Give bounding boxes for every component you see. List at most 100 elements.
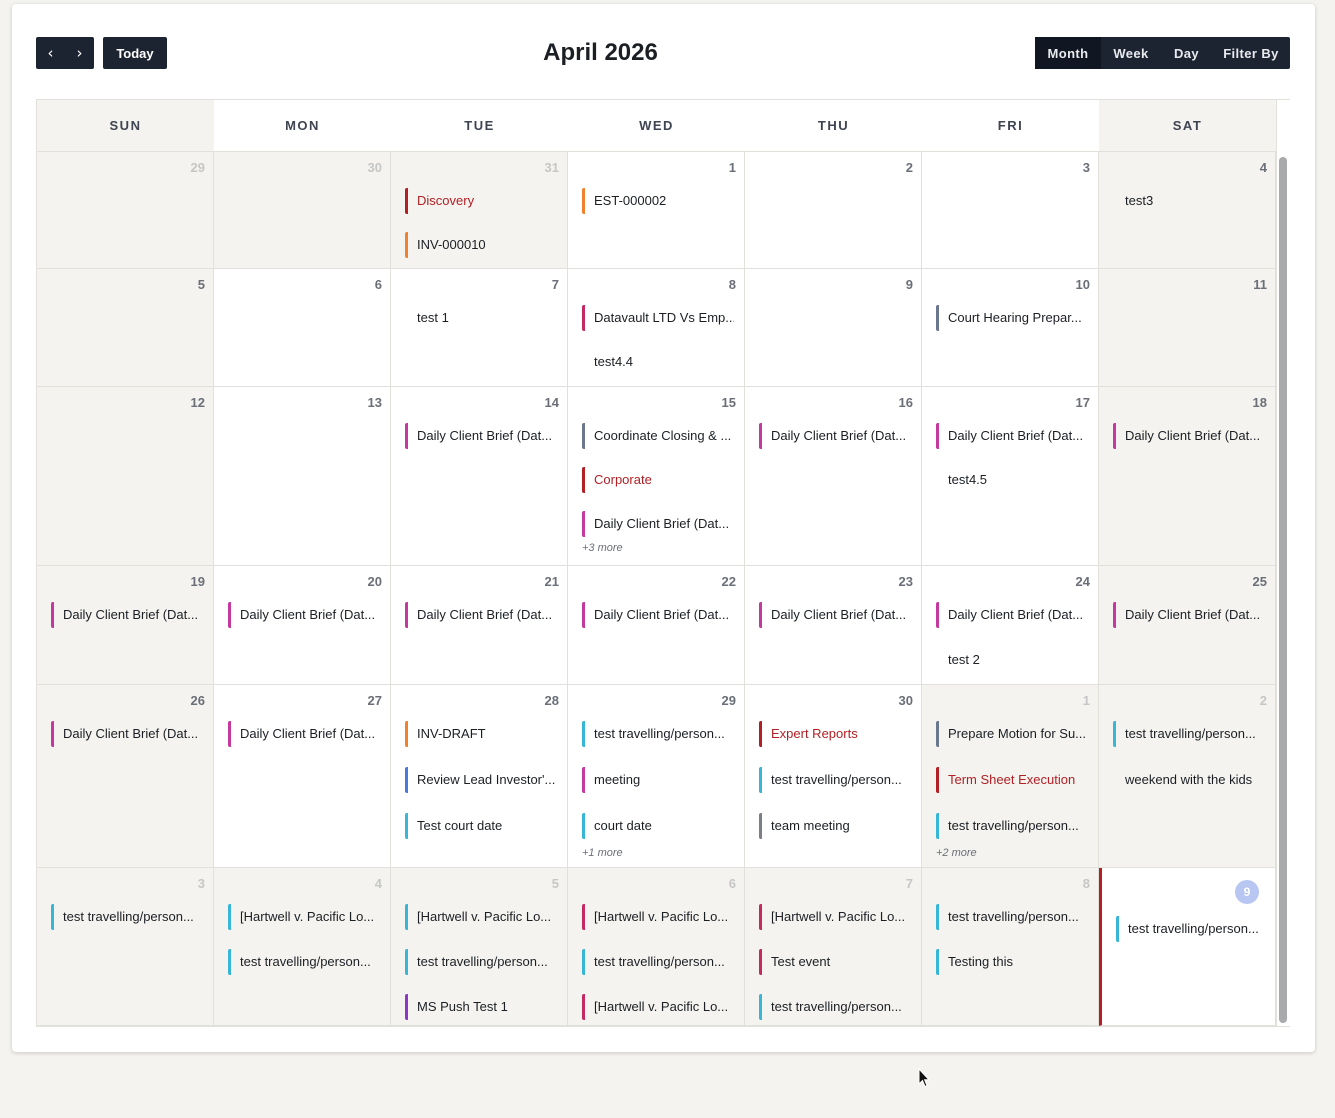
calendar-event[interactable]: Daily Client Brief (Dat... <box>405 423 557 449</box>
day-number[interactable]: 2 <box>906 160 913 175</box>
calendar-event[interactable]: test travelling/person... <box>51 904 203 930</box>
day-number[interactable]: 28 <box>545 693 559 708</box>
day-number[interactable]: 10 <box>1076 277 1090 292</box>
calendar-event[interactable]: Daily Client Brief (Dat... <box>759 423 911 449</box>
day-cell[interactable]: 1 Prepare Motion for Su... Term Sheet Exec… <box>922 685 1099 868</box>
day-cell[interactable]: 28 INV-DRAFT Review Lead Investor'... Test … <box>391 685 568 868</box>
day-number[interactable]: 29 <box>722 693 736 708</box>
day-number[interactable]: 6 <box>375 277 382 292</box>
day-cell[interactable]: 18 Daily Client Brief (Dat... <box>1099 387 1276 566</box>
calendar-event[interactable]: Test court date <box>405 813 557 839</box>
day-cell[interactable]: 31 Discovery INV-000010 <box>391 152 568 269</box>
day-cell[interactable]: 16 Daily Client Brief (Dat... <box>745 387 922 566</box>
day-cell[interactable]: 22 Daily Client Brief (Dat... <box>568 566 745 685</box>
day-cell[interactable]: 1 EST-000002 <box>568 152 745 269</box>
day-number[interactable]: 8 <box>1083 876 1090 891</box>
day-number[interactable]: 6 <box>729 876 736 891</box>
calendar-event[interactable]: Daily Client Brief (Dat... <box>1113 602 1265 628</box>
day-cell[interactable]: 30 Expert Reports test travelling/person..… <box>745 685 922 868</box>
day-cell[interactable]: 4 test3 <box>1099 152 1276 269</box>
calendar-event[interactable]: INV-DRAFT <box>405 721 557 747</box>
calendar-event[interactable]: Coordinate Closing & ... <box>582 423 734 449</box>
day-number[interactable]: 16 <box>899 395 913 410</box>
day-cell[interactable]: 21 Daily Client Brief (Dat... <box>391 566 568 685</box>
calendar-event[interactable]: test travelling/person... <box>582 721 734 747</box>
calendar-event[interactable]: test 1 <box>405 305 557 331</box>
day-number[interactable]: 7 <box>906 876 913 891</box>
calendar-event[interactable]: test 2 <box>936 647 1088 673</box>
next-month-button[interactable]: › <box>65 37 94 69</box>
calendar-event[interactable]: Testing this <box>936 949 1088 975</box>
day-number[interactable]: 1 <box>1083 693 1090 708</box>
day-number[interactable]: 18 <box>1253 395 1267 410</box>
calendar-event[interactable]: court date <box>582 813 734 839</box>
day-number[interactable]: 2 <box>1260 693 1267 708</box>
day-cell[interactable]: 23 Daily Client Brief (Dat... <box>745 566 922 685</box>
calendar-event[interactable]: test travelling/person... <box>228 949 380 975</box>
day-cell[interactable]: 25 Daily Client Brief (Dat... <box>1099 566 1276 685</box>
day-cell[interactable]: 7 [Hartwell v. Pacific Lo... Test event tes… <box>745 868 922 1026</box>
day-cell[interactable]: 9 <box>745 269 922 387</box>
calendar-event[interactable]: Daily Client Brief (Dat... <box>759 602 911 628</box>
day-cell[interactable]: 8 test travelling/person... Testing this <box>922 868 1099 1026</box>
calendar-event[interactable]: [Hartwell v. Pacific Lo... <box>582 904 734 930</box>
calendar-event[interactable]: EST-000002 <box>582 188 734 214</box>
calendar-event[interactable]: team meeting <box>759 813 911 839</box>
day-cell[interactable]: 9 test travelling/person... <box>1099 868 1276 1026</box>
calendar-event[interactable]: test travelling/person... <box>759 994 911 1020</box>
day-cell[interactable]: 30 <box>214 152 391 269</box>
day-number[interactable]: 9 <box>906 277 913 292</box>
day-cell[interactable]: 7 test 1 <box>391 269 568 387</box>
day-number[interactable]: 11 <box>1253 277 1267 292</box>
calendar-event[interactable]: [Hartwell v. Pacific Lo... <box>228 904 380 930</box>
calendar-event[interactable]: Daily Client Brief (Dat... <box>1113 423 1265 449</box>
day-number[interactable]: 23 <box>899 574 913 589</box>
calendar-event[interactable]: Daily Client Brief (Dat... <box>936 423 1088 449</box>
day-number[interactable]: 15 <box>722 395 736 410</box>
day-number[interactable]: 20 <box>368 574 382 589</box>
day-number[interactable]: 19 <box>191 574 205 589</box>
day-cell[interactable]: 17 Daily Client Brief (Dat... test4.5 <box>922 387 1099 566</box>
day-number[interactable]: 31 <box>545 160 559 175</box>
calendar-event[interactable]: Daily Client Brief (Dat... <box>51 602 203 628</box>
day-number[interactable]: 3 <box>1083 160 1090 175</box>
day-cell[interactable]: 5 <box>37 269 214 387</box>
day-number[interactable]: 14 <box>545 395 559 410</box>
calendar-event[interactable]: test4.5 <box>936 467 1088 493</box>
calendar-event[interactable]: Corporate <box>582 467 734 493</box>
day-cell[interactable]: 26 Daily Client Brief (Dat... <box>37 685 214 868</box>
calendar-event[interactable]: Expert Reports <box>759 721 911 747</box>
calendar-event[interactable]: INV-000010 <box>405 232 557 258</box>
view-month-button[interactable]: Month <box>1035 37 1101 69</box>
day-number[interactable]: 21 <box>545 574 559 589</box>
day-number[interactable]: 3 <box>198 876 205 891</box>
day-number[interactable]: 1 <box>729 160 736 175</box>
more-events-link[interactable]: +2 more <box>936 847 977 859</box>
day-cell[interactable]: 4 [Hartwell v. Pacific Lo... test travelli… <box>214 868 391 1026</box>
calendar-event[interactable]: Term Sheet Execution <box>936 767 1088 793</box>
more-events-link[interactable]: +3 more <box>582 542 623 554</box>
calendar-event[interactable]: test3 <box>1113 188 1265 214</box>
day-number[interactable]: 22 <box>722 574 736 589</box>
calendar-event[interactable]: Datavault LTD Vs Emp... <box>582 305 734 331</box>
calendar-event[interactable]: Daily Client Brief (Dat... <box>51 721 203 747</box>
today-day-number[interactable]: 9 <box>1235 880 1259 904</box>
calendar-event[interactable]: test travelling/person... <box>936 813 1088 839</box>
calendar-event[interactable]: [Hartwell v. Pacific Lo... <box>582 994 734 1020</box>
day-cell[interactable]: 15 Coordinate Closing & ... Corporate Daily… <box>568 387 745 566</box>
day-cell[interactable]: 13 <box>214 387 391 566</box>
day-cell[interactable]: 8 Datavault LTD Vs Emp... test4.4 <box>568 269 745 387</box>
day-cell[interactable]: 11 <box>1099 269 1276 387</box>
day-cell[interactable]: 24 Daily Client Brief (Dat... test 2 <box>922 566 1099 685</box>
day-number[interactable]: 26 <box>191 693 205 708</box>
day-number[interactable]: 30 <box>899 693 913 708</box>
day-cell[interactable]: 29 <box>37 152 214 269</box>
calendar-event[interactable]: Review Lead Investor'... <box>405 767 557 793</box>
view-day-button[interactable]: Day <box>1161 37 1212 69</box>
day-number[interactable]: 5 <box>198 277 205 292</box>
calendar-event[interactable]: [Hartwell v. Pacific Lo... <box>759 904 911 930</box>
day-number[interactable]: 24 <box>1076 574 1090 589</box>
calendar-event[interactable]: Daily Client Brief (Dat... <box>582 511 734 537</box>
more-events-link[interactable]: +1 more <box>582 847 623 859</box>
calendar-event[interactable]: [Hartwell v. Pacific Lo... <box>405 904 557 930</box>
